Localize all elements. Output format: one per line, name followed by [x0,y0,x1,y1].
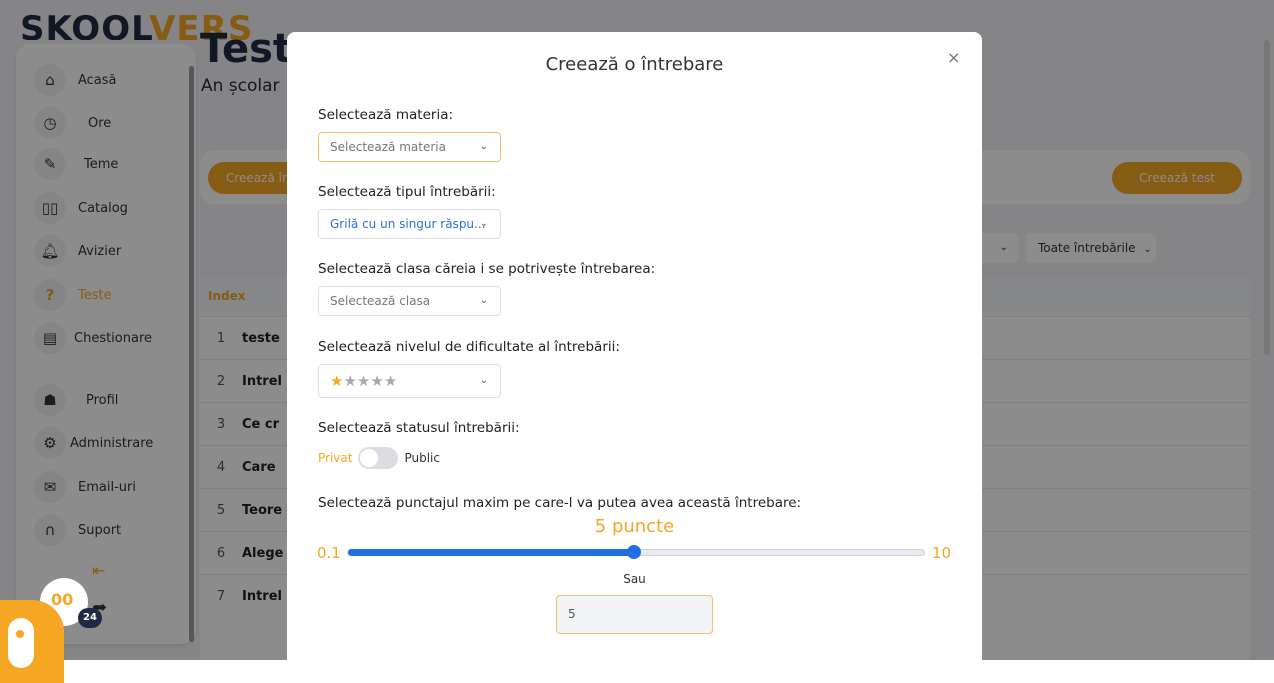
page-scrollbar[interactable] [1264,40,1270,355]
difficulty-select[interactable]: ★★★★★ ⌄ [318,364,501,398]
chevron-down-icon: ⌄ [479,141,488,152]
class-select-value: Selectează clasa [330,294,431,308]
toggle-knob [360,449,379,467]
class-select[interactable]: Selectează clasa ⌄ [318,286,501,316]
status-label: Selectează statusul întrebării: [318,420,520,436]
create-question-modal: Creează o întrebare × Selectează materia… [287,32,982,683]
status-private-label: Privat [318,451,353,465]
points-slider[interactable] [347,545,925,559]
question-type-label: Selectează tipul întrebării: [318,184,496,200]
helper-text: 00 [51,590,74,609]
slider-fill [348,549,634,556]
modal-title: Creează o întrebare [545,54,724,75]
subject-label: Selectează materia: [318,107,454,123]
points-value-text: 5 puncte [594,516,675,537]
slider-thumb[interactable] [627,545,641,559]
points-label: Selectează punctajul maxim pe care-l va … [318,495,802,511]
mascot-eye [16,630,24,638]
notification-count-badge: 24 [78,608,102,628]
question-type-value: Grilă cu un singur răspu... [330,217,486,231]
mascot-face [8,618,34,668]
chevron-down-icon: ⌄ [479,295,488,306]
subject-select[interactable]: Selectează materia ⌄ [318,132,501,162]
close-icon[interactable]: × [947,48,960,67]
subject-select-value: Selectează materia [330,140,446,154]
points-input[interactable]: 5 [556,595,713,634]
status-toggle[interactable] [358,447,399,469]
status-toggle-row: Privat Public [318,447,440,469]
or-text: Sau [623,572,646,586]
chevron-down-icon: ⌄ [479,218,488,229]
chevron-down-icon: ⌄ [479,375,488,386]
status-public-label: Public [404,451,440,465]
star-rating-icon: ★★★★★ [330,372,398,390]
question-type-select[interactable]: Grilă cu un singur răspu... ⌄ [318,209,501,239]
slider-min-label: 0.1 [317,544,341,562]
slider-max-label: 10 [932,544,952,562]
difficulty-label: Selectează nivelul de dificultate al înt… [318,339,620,355]
class-label: Selectează clasa căreia i se potrivește … [318,261,656,277]
